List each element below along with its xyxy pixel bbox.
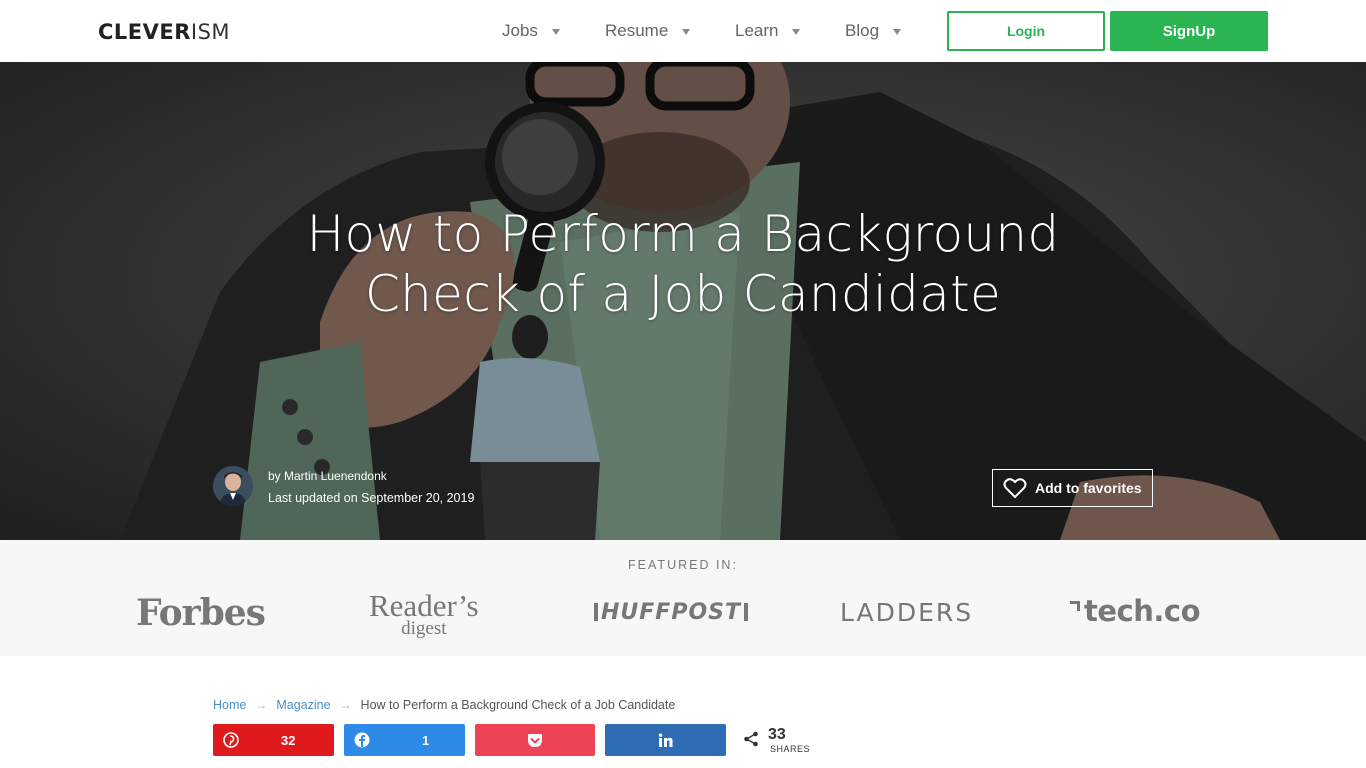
nav-resume[interactable]: Resume bbox=[605, 21, 691, 41]
nav-resume-label: Resume bbox=[605, 21, 669, 40]
ladders-logo: LADDERS bbox=[840, 598, 974, 627]
pocket-share-button[interactable] bbox=[475, 724, 595, 756]
arrow-right-icon: → bbox=[255, 698, 268, 712]
techco-logo: tech.co bbox=[1070, 594, 1201, 628]
techco-corner-icon bbox=[1070, 601, 1080, 611]
techco-text: tech.co bbox=[1084, 594, 1201, 628]
site-header: CLEVERISM Jobs Resume Learn Blog Login S… bbox=[0, 0, 1366, 62]
logo-bold: CLEVER bbox=[98, 20, 191, 44]
author-name[interactable]: by Martin Luenendonk bbox=[268, 469, 387, 483]
site-logo[interactable]: CLEVERISM bbox=[98, 20, 230, 44]
caret-down-icon bbox=[893, 28, 902, 35]
facebook-icon bbox=[354, 732, 370, 748]
pocket-icon bbox=[527, 733, 543, 748]
total-shares: 33 SHARES bbox=[743, 726, 810, 754]
pinterest-share-button[interactable]: 32 bbox=[213, 724, 334, 756]
logo-light: ISM bbox=[190, 20, 231, 44]
signup-button[interactable]: SignUp bbox=[1110, 11, 1268, 51]
nav-blog[interactable]: Blog bbox=[845, 21, 902, 41]
total-shares-count: 33 bbox=[768, 726, 786, 743]
article-title-line1: How to Perform a Background bbox=[306, 205, 1060, 263]
login-button[interactable]: Login bbox=[947, 11, 1105, 51]
heart-icon bbox=[1003, 478, 1027, 499]
huffpost-text: HUFFPOST bbox=[601, 600, 742, 625]
breadcrumb-home[interactable]: Home bbox=[213, 698, 246, 712]
article-title: How to Perform a Background Check of a J… bbox=[233, 204, 1133, 324]
add-to-favorites-button[interactable]: Add to favorites bbox=[992, 469, 1153, 507]
breadcrumb: Home → Magazine → How to Perform a Backg… bbox=[213, 698, 675, 712]
linkedin-icon bbox=[658, 733, 673, 748]
featured-in-section: FEATURED IN: Forbes Reader’s digest HUFF… bbox=[0, 540, 1366, 656]
nav-jobs-label: Jobs bbox=[502, 21, 538, 40]
huffpost-logo: HUFFPOST bbox=[594, 600, 749, 625]
share-icon[interactable] bbox=[743, 731, 759, 747]
add-to-favorites-label: Add to favorites bbox=[1035, 480, 1142, 496]
nav-jobs[interactable]: Jobs bbox=[502, 21, 560, 41]
last-updated: Last updated on September 20, 2019 bbox=[268, 491, 475, 505]
hero-banner: How to Perform a Background Check of a J… bbox=[0, 62, 1366, 540]
author-avatar[interactable] bbox=[213, 466, 253, 506]
breadcrumb-magazine[interactable]: Magazine bbox=[276, 698, 330, 712]
facebook-share-button[interactable]: 1 bbox=[344, 724, 465, 756]
featured-in-label: FEATURED IN: bbox=[628, 558, 738, 572]
total-shares-label: SHARES bbox=[770, 744, 811, 754]
breadcrumb-current: How to Perform a Background Check of a J… bbox=[360, 698, 676, 712]
arrow-right-icon: → bbox=[339, 698, 352, 712]
nav-blog-label: Blog bbox=[845, 21, 880, 40]
nav-learn-label: Learn bbox=[735, 21, 779, 40]
forbes-logo: Forbes bbox=[136, 592, 266, 634]
nav-learn[interactable]: Learn bbox=[735, 21, 801, 41]
author-photo bbox=[213, 466, 253, 506]
readers-digest-logo: Reader’s digest bbox=[369, 590, 479, 638]
facebook-share-count: 1 bbox=[422, 732, 430, 748]
huffpost-bar-left bbox=[594, 603, 598, 621]
caret-down-icon bbox=[792, 28, 801, 35]
linkedin-share-button[interactable] bbox=[605, 724, 726, 756]
article-title-line2: Check of a Job Candidate bbox=[364, 265, 1002, 323]
caret-down-icon bbox=[551, 28, 560, 35]
pinterest-icon bbox=[223, 732, 239, 748]
pinterest-share-count: 32 bbox=[281, 732, 296, 748]
caret-down-icon bbox=[682, 28, 691, 35]
huffpost-bar-right bbox=[744, 603, 749, 621]
